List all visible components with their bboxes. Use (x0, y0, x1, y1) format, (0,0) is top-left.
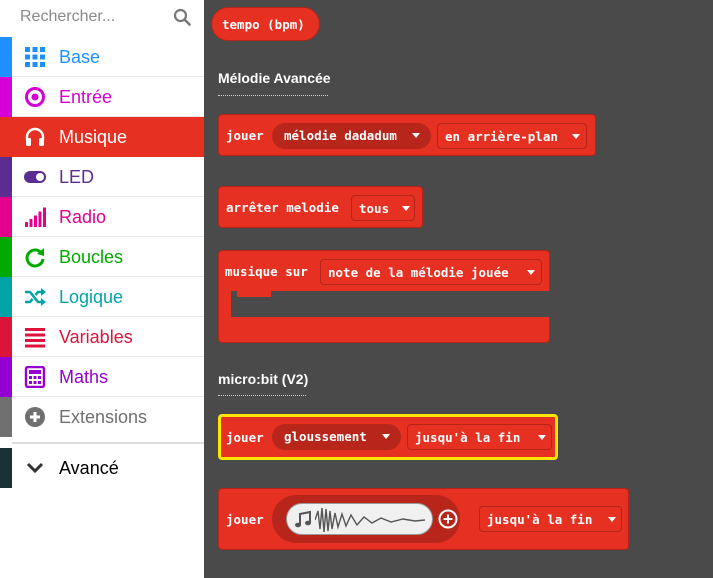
category-radio[interactable]: Radio (0, 197, 204, 237)
block-arm (218, 291, 231, 317)
category-label: Extensions (59, 407, 148, 427)
dropdown-value: jusqu'à la fin (415, 430, 521, 445)
block-arm (218, 317, 550, 343)
section-label: Mélodie Avancée (218, 70, 331, 86)
block-text: jouer (226, 128, 264, 143)
refresh-icon (25, 248, 45, 268)
custom-sound-mode-dropdown[interactable]: jusqu'à la fin (479, 506, 622, 532)
search-bar (0, 0, 204, 36)
music-event-dropdown[interactable]: note de la mélodie jouée (320, 259, 542, 285)
block-text: musique sur (225, 264, 308, 279)
play-sound-block[interactable]: jouer gloussement jusqu'à la fin (218, 414, 558, 460)
category-base[interactable]: Base (0, 37, 204, 77)
category-label: Maths (59, 367, 109, 387)
toolbox-sidebar: Base Entrée Musique LED (0, 0, 204, 578)
dropdown-value: tous (359, 201, 390, 216)
category-color-bar (0, 157, 12, 197)
signal-bars-icon (25, 207, 46, 227)
category-label: Avancé (59, 458, 119, 478)
caret-down-icon (608, 517, 616, 522)
melody-dropdown[interactable]: mélodie dadadum (272, 123, 431, 149)
category-variables[interactable]: Variables (0, 317, 204, 357)
dropdown-value: gloussement (284, 429, 367, 444)
category-label: LED (59, 167, 95, 187)
music-note-icon (295, 510, 311, 528)
dropdown-value: jusqu'à la fin (487, 512, 593, 527)
play-melody-block[interactable]: jouer mélodie dadadum en arrière-plan (218, 114, 596, 156)
sound-dropdown[interactable]: gloussement (272, 424, 401, 450)
category-music[interactable]: Musique (0, 117, 204, 157)
search-input[interactable] (10, 2, 170, 32)
caret-down-icon (538, 435, 546, 440)
block-slot-notch (237, 291, 271, 297)
plus-circle-icon (25, 407, 45, 427)
play-custom-sound-block[interactable]: jouer jusqu'à la fin (218, 488, 629, 550)
category-label: Musique (59, 127, 128, 147)
waveform-field[interactable] (286, 503, 433, 535)
playback-mode-dropdown[interactable]: en arrière-plan (437, 123, 587, 149)
category-label: Base (59, 47, 101, 67)
category-math[interactable]: Maths (0, 357, 204, 397)
music-event-block[interactable]: musique sur note de la mélodie jouée (218, 250, 550, 292)
stop-melody-block[interactable]: arrêter melodie tous (218, 186, 423, 228)
tempo-reporter-block[interactable]: tempo (bpm) (211, 7, 320, 41)
category-color-bar (0, 77, 12, 117)
category-led[interactable]: LED (0, 157, 204, 197)
caret-down-icon (572, 134, 580, 139)
category-input[interactable]: Entrée (0, 77, 204, 117)
block-slot (231, 291, 550, 317)
category-label: Radio (59, 207, 107, 227)
circle-dot-icon (25, 87, 45, 107)
caret-down-icon (412, 133, 420, 138)
grid-icon (25, 47, 45, 67)
add-sound-icon[interactable] (438, 509, 458, 529)
category-color-bar (0, 37, 12, 77)
block-text: tempo (bpm) (222, 17, 305, 32)
category-advanced[interactable]: Avancé (0, 448, 204, 488)
sound-mode-dropdown[interactable]: jusqu'à la fin (407, 424, 552, 450)
category-color-bar (0, 277, 12, 317)
section-underline (218, 395, 306, 396)
calculator-icon (24, 366, 46, 388)
block-text: jouer (226, 512, 264, 527)
section-label: micro:bit (V2) (218, 371, 309, 387)
toggle-icon (24, 171, 46, 183)
category-label: Variables (59, 327, 133, 347)
dropdown-value: en arrière-plan (445, 129, 558, 144)
waveform-icon (315, 507, 425, 533)
category-color-bar (0, 448, 12, 488)
category-loops[interactable]: Boucles (0, 237, 204, 277)
category-label: Entrée (59, 87, 113, 107)
shuffle-icon (25, 288, 46, 306)
section-underline (218, 95, 328, 96)
category-color-bar (0, 317, 12, 357)
caret-down-icon (382, 434, 390, 439)
lines-icon (25, 328, 45, 348)
category-logic[interactable]: Logique (0, 277, 204, 317)
category-label: Logique (59, 287, 124, 307)
chevron-down-icon (26, 462, 44, 474)
dropdown-value: note de la mélodie jouée (328, 265, 509, 280)
stop-option-dropdown[interactable]: tous (351, 195, 415, 221)
block-text: jouer (226, 430, 264, 445)
block-text: arrêter melodie (226, 200, 339, 215)
category-extensions[interactable]: Extensions (0, 397, 204, 437)
caret-down-icon (527, 270, 535, 275)
divider (12, 442, 204, 444)
category-label: Boucles (59, 247, 124, 267)
search-icon[interactable] (173, 8, 191, 26)
category-color-bar (0, 197, 12, 237)
headphones-icon (25, 127, 45, 146)
category-color-bar (0, 397, 12, 437)
sound-effect-editor[interactable] (272, 495, 460, 543)
dropdown-value: mélodie dadadum (284, 128, 397, 143)
category-color-bar (0, 357, 12, 397)
category-color-bar (0, 237, 12, 277)
caret-down-icon (402, 206, 410, 211)
